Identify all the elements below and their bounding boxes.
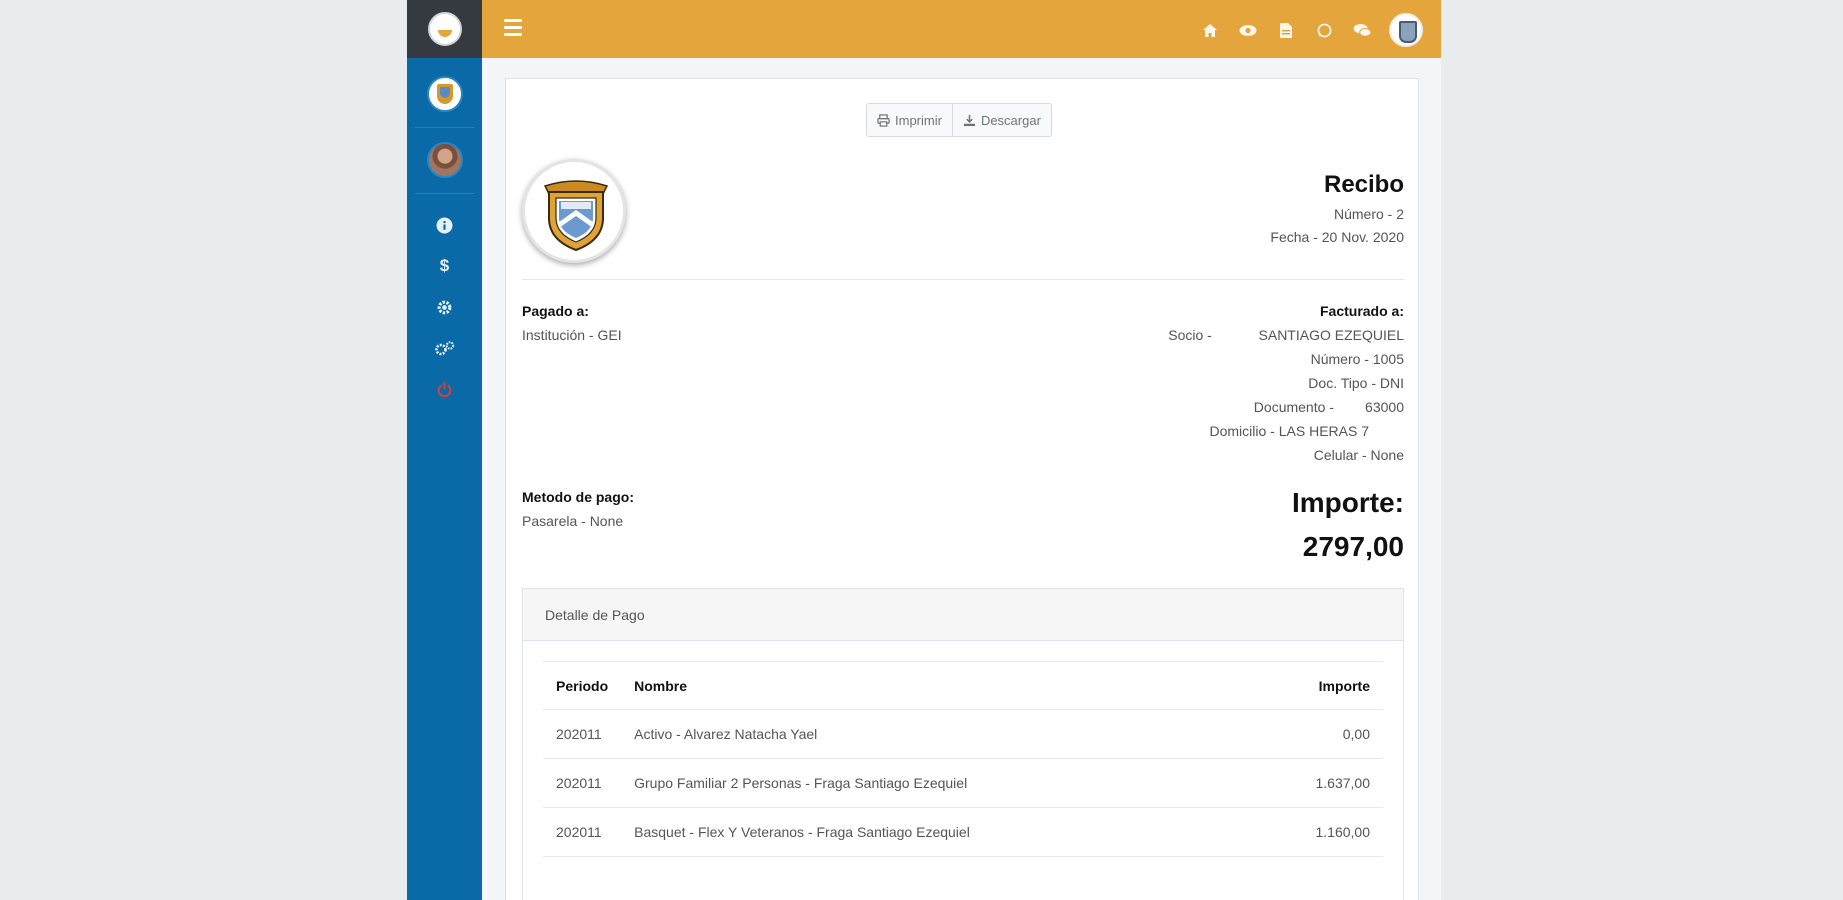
amount-block: Importe: 2797,00 — [1292, 487, 1404, 563]
print-button[interactable]: Imprimir — [867, 104, 952, 136]
home-icon[interactable] — [1199, 19, 1221, 41]
payment-method-block: Metodo de pago: Pasarela - None — [522, 489, 634, 529]
amount-label: Importe: — [1292, 487, 1404, 518]
cell-amount: 1.637,00 — [1244, 758, 1383, 808]
receipt-title: Recibo — [1323, 171, 1404, 198]
sidebar-brand[interactable] — [407, 0, 482, 58]
sidebar-divider — [415, 127, 474, 128]
cogs-icon[interactable] — [434, 337, 456, 359]
download-label: Descargar — [980, 112, 1041, 128]
topbar-icons — [1199, 13, 1423, 47]
billed-to-member: Socio - SANTIAGO EZEQUIEL — [1168, 327, 1404, 343]
power-icon[interactable] — [434, 378, 456, 400]
sidebar-divider — [415, 193, 474, 194]
cell-name: Activo - Alvarez Natacha Yael — [621, 709, 1245, 759]
table-row: 202011 Grupo Familiar 2 Personas - Fraga… — [543, 758, 1383, 808]
profile-avatar[interactable] — [1389, 13, 1423, 47]
cog-icon[interactable] — [434, 296, 456, 318]
comments-icon[interactable] — [1351, 19, 1373, 41]
eye-icon[interactable] — [1237, 19, 1259, 41]
print-icon — [877, 113, 890, 127]
institution-avatar[interactable] — [426, 76, 463, 112]
cell-period: 202011 — [543, 807, 622, 857]
payment-detail-table: Periodo Nombre Importe 202011 Activo - A… — [543, 661, 1383, 857]
sidebar: $ — [407, 0, 482, 900]
paid-to-label: Pagado a: — [522, 303, 589, 319]
header-divider — [522, 279, 1404, 280]
cell-name: Basquet - Flex Y Veteranos - Fraga Santi… — [621, 807, 1245, 857]
receipt-number: Número - 2 — [1333, 206, 1404, 222]
table-row: 202011 Activo - Alvarez Natacha Yael 0,0… — [543, 709, 1383, 759]
column-header-name: Nombre — [621, 661, 1245, 710]
dollar-icon[interactable]: $ — [434, 255, 456, 277]
brand-logo[interactable] — [427, 12, 462, 46]
receipt-actions: Imprimir Descargar — [866, 103, 1052, 137]
billed-to-address: Domicilio - LAS HERAS 7 — [1209, 423, 1404, 439]
menu-toggle-icon[interactable] — [504, 19, 522, 39]
receipt-date: Fecha - 20 Nov. 2020 — [1270, 229, 1404, 245]
billed-to-number: Número - 1005 — [1310, 351, 1404, 367]
info-icon[interactable] — [434, 214, 456, 236]
cell-period: 202011 — [543, 758, 622, 808]
topbar — [482, 0, 1441, 58]
paid-to-institution: Institución - GEI — [522, 327, 622, 343]
sidebar-nav: $ — [407, 214, 482, 400]
cell-name: Grupo Familiar 2 Personas - Fraga Santia… — [621, 758, 1245, 808]
institution-logo — [522, 159, 626, 263]
download-button[interactable]: Descargar — [951, 104, 1051, 136]
billed-to-block: Facturado a: Socio - SANTIAGO EZEQUIEL N… — [1168, 303, 1404, 463]
cell-period: 202011 — [543, 709, 622, 759]
user-avatar[interactable] — [426, 142, 463, 178]
file-icon[interactable] — [1275, 19, 1297, 41]
receipt-card: Imprimir Descargar Recibo Número - 2 Fec… — [505, 78, 1419, 900]
whatsapp-icon[interactable] — [1313, 19, 1335, 41]
billed-to-doc-type: Doc. Tipo - DNI — [1308, 375, 1404, 391]
payment-method-label: Metodo de pago: — [522, 489, 634, 505]
payment-detail-panel: Detalle de Pago Periodo Nombre Importe 2… — [522, 588, 1404, 900]
cell-amount: 1.160,00 — [1244, 807, 1383, 857]
payment-detail-title: Detalle de Pago — [523, 589, 1403, 641]
receipt-header: Recibo Número - 2 Fecha - 20 Nov. 2020 — [1270, 171, 1404, 245]
table-header-row: Periodo Nombre Importe — [543, 661, 1383, 710]
download-icon — [963, 114, 976, 126]
billed-to-document: Documento - 63000 — [1253, 399, 1404, 415]
print-label: Imprimir — [895, 112, 942, 128]
payment-method-value: Pasarela - None — [522, 513, 624, 529]
amount-value: 2797,00 — [1302, 531, 1404, 562]
column-header-amount: Importe — [1244, 661, 1383, 710]
app-window: $ Imprimir Descargar Recibo Número - 2 F… — [407, 0, 1441, 900]
column-header-period: Periodo — [543, 661, 622, 710]
table-row: 202011 Basquet - Flex Y Veteranos - Frag… — [543, 807, 1383, 857]
billed-to-label: Facturado a: — [1319, 303, 1404, 319]
paid-to-block: Pagado a: Institución - GEI — [522, 303, 622, 343]
cell-amount: 0,00 — [1244, 709, 1383, 759]
billed-to-phone: Celular - None — [1313, 447, 1404, 463]
